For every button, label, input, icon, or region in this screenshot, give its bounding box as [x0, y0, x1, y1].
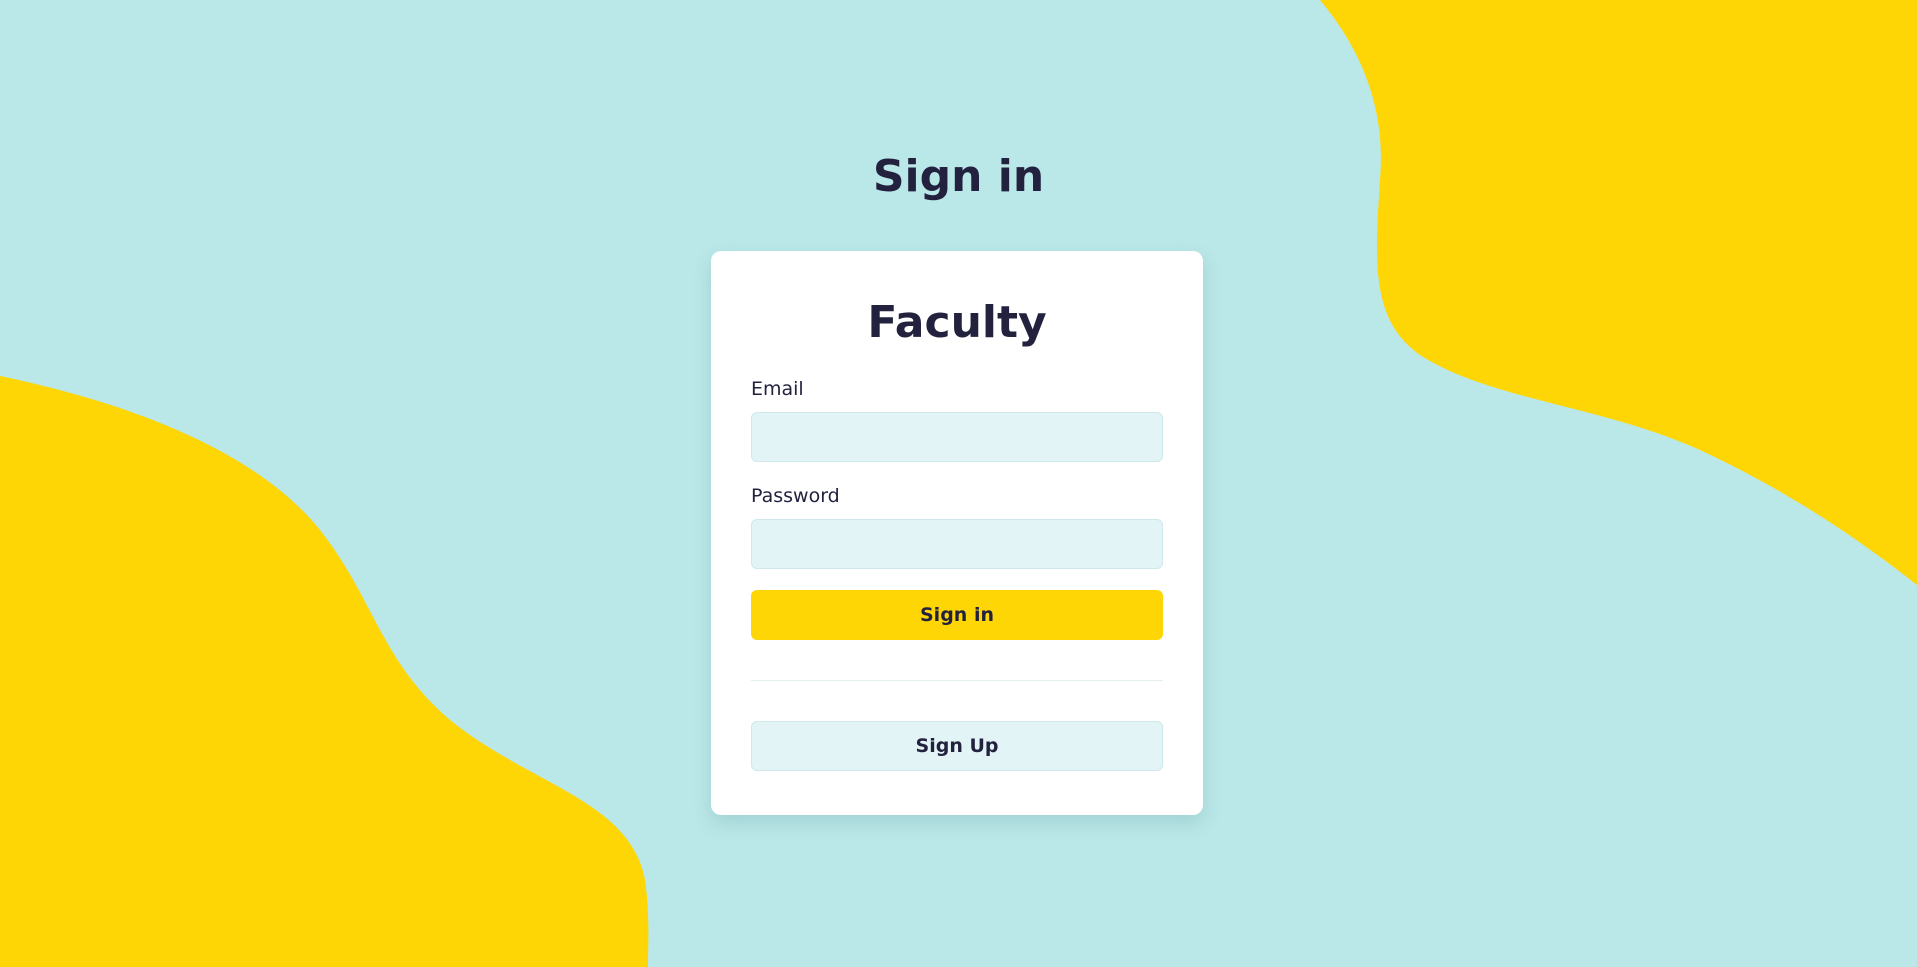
- bottom-left-blob: [0, 376, 649, 967]
- password-label: Password: [751, 485, 840, 507]
- divider: [751, 680, 1163, 681]
- password-field[interactable]: [751, 519, 1163, 569]
- sign-up-button[interactable]: Sign Up: [751, 721, 1163, 771]
- page-title: Sign in: [872, 151, 1045, 202]
- sign-in-page: Sign in Faculty Email Password Sign in S…: [0, 0, 1917, 967]
- email-label: Email: [751, 378, 804, 400]
- sign-in-button[interactable]: Sign in: [751, 590, 1163, 640]
- card-title: Faculty: [867, 297, 1047, 348]
- sign-in-card: Faculty Email Password Sign in Sign Up: [711, 251, 1203, 815]
- top-right-blob: [1320, 0, 1917, 585]
- email-field[interactable]: [751, 412, 1163, 462]
